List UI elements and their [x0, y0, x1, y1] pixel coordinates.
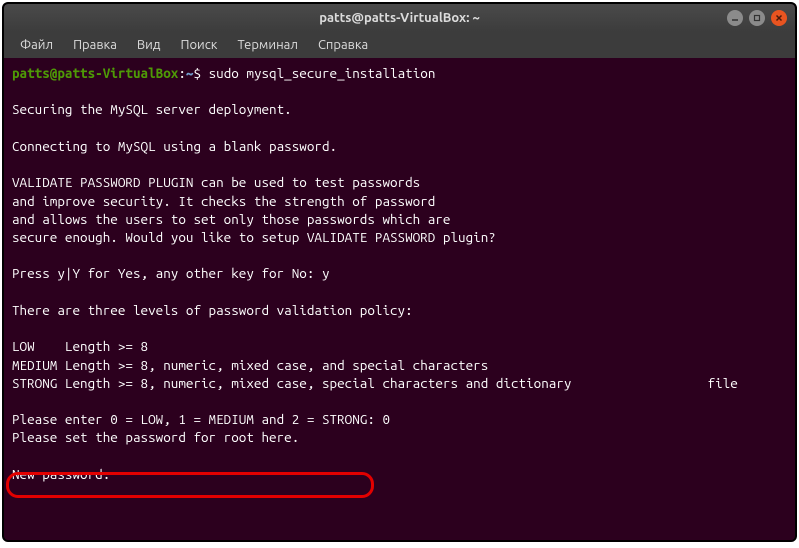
prompt-dollar: $: [193, 65, 201, 81]
maximize-button[interactable]: [749, 10, 765, 26]
minimize-icon: [731, 14, 739, 22]
close-icon: [775, 14, 783, 22]
terminal-output: Securing the MySQL server deployment. Co…: [12, 101, 738, 481]
menu-help[interactable]: Справка: [310, 35, 376, 55]
menu-view[interactable]: Вид: [129, 35, 169, 55]
menu-file[interactable]: Файл: [12, 35, 61, 55]
terminal-body[interactable]: patts@patts-VirtualBox:~$ sudo mysql_sec…: [4, 58, 795, 540]
prompt-colon: :: [178, 65, 186, 81]
menu-search[interactable]: Поиск: [172, 35, 225, 55]
maximize-icon: [753, 14, 761, 22]
menu-terminal[interactable]: Терминал: [229, 35, 305, 55]
titlebar: patts@patts-VirtualBox: ~: [4, 4, 795, 32]
minimize-button[interactable]: [727, 10, 743, 26]
terminal-window: patts@patts-VirtualBox: ~ Файл Правка Ви…: [2, 2, 797, 542]
close-button[interactable]: [771, 10, 787, 26]
prompt-user-host: patts@patts-VirtualBox: [12, 65, 178, 81]
terminal-command: sudo mysql_secure_installation: [209, 65, 436, 81]
menu-edit[interactable]: Правка: [65, 35, 125, 55]
window-controls: [727, 10, 787, 26]
window-title: patts@patts-VirtualBox: ~: [319, 11, 480, 25]
menubar: Файл Правка Вид Поиск Терминал Справка: [4, 32, 795, 58]
